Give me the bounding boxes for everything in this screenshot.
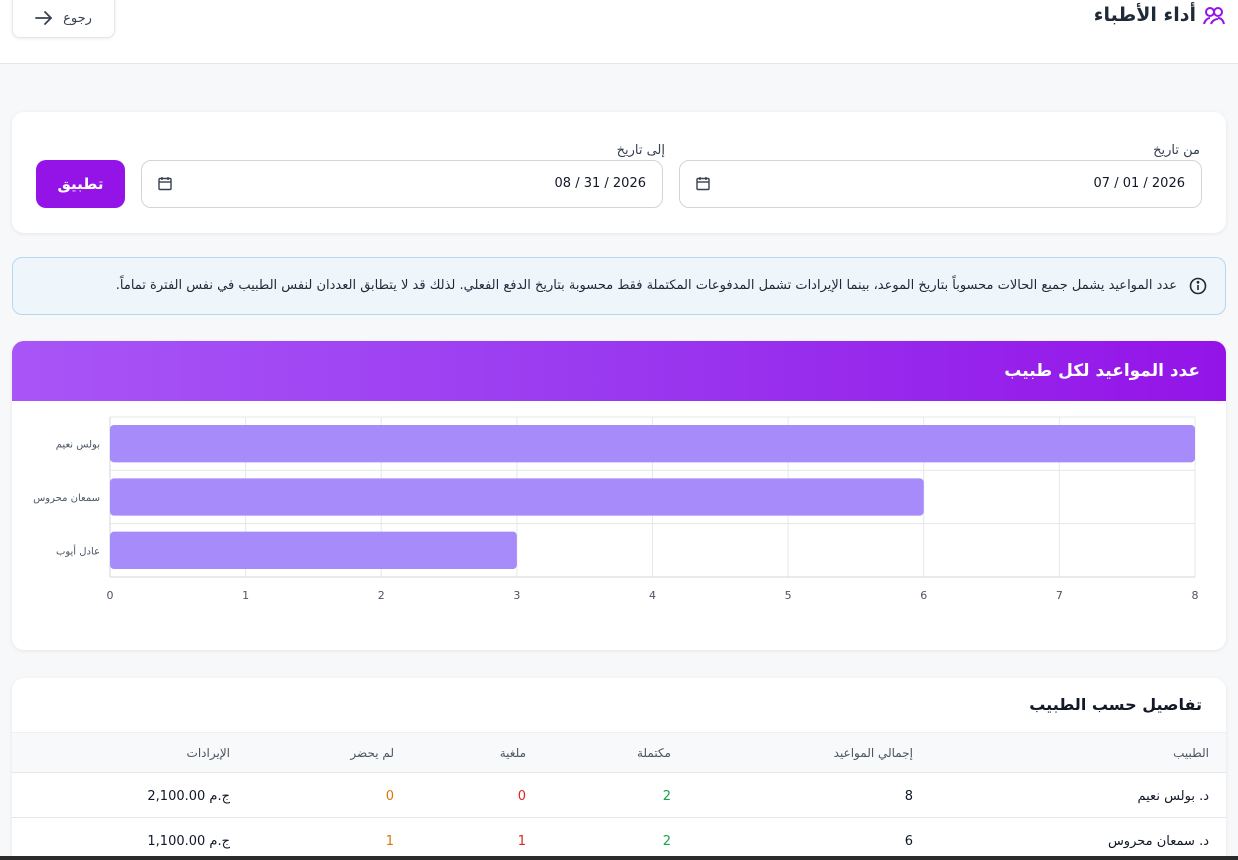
cell-revenue: 2,100.00 ج.م [147,789,230,804]
calendar-icon[interactable] [696,176,710,191]
cell-total: 6 [904,834,913,849]
to-date-input[interactable]: 08 / 31 / 2026 [141,160,663,208]
from-date-label: من تاريخ [1153,143,1200,158]
bar [110,531,517,569]
col-completed: مكتملة [636,746,671,760]
bar [110,425,1195,463]
cell-no-show: 1 [385,834,394,849]
cell-no-show: 0 [385,789,394,804]
bar [110,478,924,516]
info-notice: عدد المواعيد يشمل جميع الحالات محسوباً ب… [12,257,1226,315]
cell-cancelled: 0 [517,789,526,804]
details-card: تفاصيل حسب الطبيب الطبيب إجمالي المواعيد… [12,678,1226,860]
col-revenue: الإيرادات [186,746,230,760]
back-button[interactable]: رجوع [12,0,115,38]
page-title: أداء الأطباء [1093,4,1196,26]
arrow-right-icon [35,11,53,25]
x-tick-label: 3 [513,589,520,602]
details-title: تفاصيل حسب الطبيب [1029,695,1202,714]
apply-button[interactable]: تطبيق [36,160,125,208]
x-tick-label: 5 [785,589,792,602]
x-tick-label: 6 [920,589,927,602]
col-cancelled: ملغية [499,746,526,760]
info-icon [1189,277,1207,295]
cell-doctor: د. سمعان محروس [1107,834,1209,849]
table-row[interactable]: د. بولس نعيم 8 2 0 0 2,100.00 ج.م [12,774,1226,818]
col-no-show: لم يحضر [350,746,394,760]
table-row[interactable]: د. سمعان محروس 6 2 1 1 1,100.00 ج.م [12,819,1226,860]
back-button-label: رجوع [63,10,92,26]
appointments-bar-chart: بولس نعيم سمعان محروس عادل أيوب 0 1 2 3 4 5 6 7 8 [33,416,1199,602]
x-tick-label: 0 [107,589,114,602]
x-tick-label: 7 [1056,589,1063,602]
cell-completed: 2 [662,789,671,804]
top-bar: أداء الأطباء رجوع [0,0,1238,64]
calendar-icon[interactable] [158,176,172,191]
cell-total: 8 [904,789,913,804]
category-label: سمعان محروس [33,493,100,504]
cell-revenue: 1,100.00 ج.م [147,834,230,849]
date-filter-card: من تاريخ 07 / 01 / 2026 إلى تاريخ 08 / 3… [12,112,1226,233]
from-date-input[interactable]: 07 / 01 / 2026 [679,160,1202,208]
x-tick-label: 4 [649,589,656,602]
cell-cancelled: 1 [517,834,526,849]
from-date-value: 07 / 01 / 2026 [1093,176,1185,191]
info-text: عدد المواعيد يشمل جميع الحالات محسوباً ب… [115,278,1177,293]
col-total: إجمالي المواعيد [833,746,913,760]
category-label: بولس نعيم [56,440,100,451]
x-tick-label: 2 [378,589,385,602]
doctors-icon [1203,7,1225,25]
table-header: الطبيب إجمالي المواعيد مكتملة ملغية لم ي… [12,732,1226,773]
bottom-edge [0,856,1238,860]
col-doctor: الطبيب [1173,746,1209,760]
appointments-chart-card: عدد المواعيد لكل طبيب بولس نعيم سمعان محر… [12,341,1226,650]
x-tick-label: 1 [242,589,249,602]
to-date-label: إلى تاريخ [616,143,665,158]
cell-completed: 2 [662,834,671,849]
to-date-value: 08 / 31 / 2026 [554,176,646,191]
cell-doctor: د. بولس نعيم [1137,789,1209,804]
chart-title: عدد المواعيد لكل طبيب [1004,361,1200,381]
x-tick-label: 8 [1192,589,1199,602]
chart-header: عدد المواعيد لكل طبيب [12,341,1226,401]
category-label: عادل أيوب [56,544,100,557]
